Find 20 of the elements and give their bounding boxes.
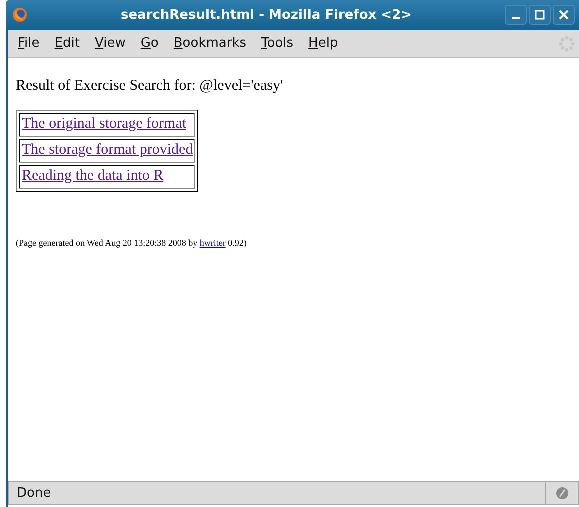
maximize-button[interactable] [529, 5, 551, 25]
menu-item[interactable]: Help [308, 36, 346, 51]
minimize-button[interactable] [505, 5, 527, 25]
window-title: searchResult.html - Mozilla Firefox <2> [120, 8, 414, 22]
maximize-icon [535, 10, 545, 20]
no-entry-icon [556, 486, 568, 500]
firefox-logo-icon [12, 7, 28, 23]
menu-item[interactable]: File [18, 36, 47, 51]
menu-item[interactable]: Bookmarks [174, 36, 254, 51]
page-heading: Result of Exercise Search for: @level='easy' [16, 78, 284, 95]
close-icon [559, 10, 569, 20]
status-text: Done [16, 484, 52, 502]
menu-item[interactable]: View [94, 36, 133, 51]
footer-text: (Page generated on Wed Aug 20 13:20:38 2008 by hwriter 0.92) [16, 238, 248, 248]
menu-item[interactable]: Tools [262, 36, 301, 51]
hwriter-link[interactable]: hwriter [200, 238, 226, 248]
close-button[interactable] [553, 5, 575, 25]
menu-item[interactable]: Edit [54, 36, 87, 51]
menu-item[interactable]: Go [140, 36, 166, 51]
minimize-icon [512, 17, 520, 19]
